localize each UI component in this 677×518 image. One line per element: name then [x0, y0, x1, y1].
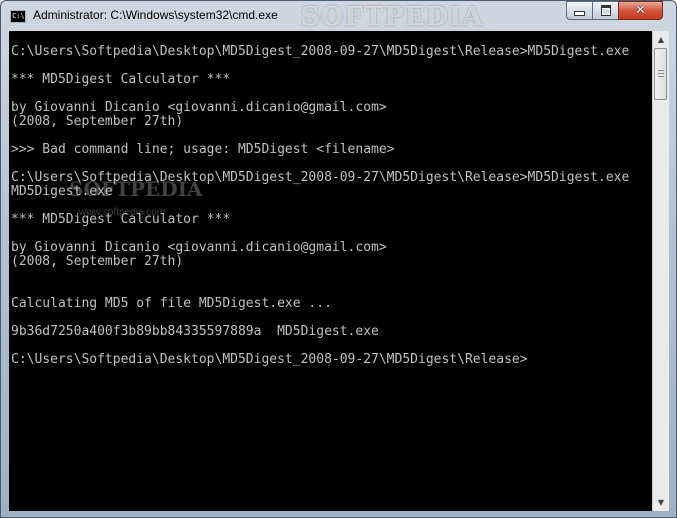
- console-line: MD5Digest.exe: [11, 184, 113, 199]
- console-output[interactable]: SOFTPEDIA www.softpedia.com C:\Users\Sof…: [9, 31, 652, 511]
- maximize-button[interactable]: [592, 1, 619, 20]
- watermark: SOFTPEDIA: [301, 2, 484, 32]
- console-line: Calculating MD5 of file MD5Digest.exe ..…: [11, 296, 332, 311]
- cmd-icon[interactable]: C:\: [10, 10, 26, 23]
- console-line: 9b36d7250a400f3b89bb84335597889a MD5Dige…: [11, 324, 379, 339]
- console-line: *** MD5Digest Calculator ***: [11, 212, 231, 227]
- window-title: Administrator: C:\Windows\system32\cmd.e…: [33, 8, 278, 22]
- console-line: *** MD5Digest Calculator ***: [11, 72, 231, 87]
- close-icon: ✕: [635, 3, 646, 18]
- console-line: by Giovanni Dicanio <giovanni.dicanio@gm…: [11, 240, 387, 255]
- console-line: (2008, September 27th): [11, 114, 184, 129]
- scroll-down-button[interactable]: ▼: [653, 494, 669, 511]
- scroll-up-button[interactable]: ▲: [653, 31, 669, 48]
- close-button[interactable]: ✕: [618, 1, 663, 20]
- scrollbar-thumb[interactable]: [654, 48, 667, 100]
- console-line: C:\Users\Softpedia\Desktop\MD5Digest_200…: [11, 170, 630, 185]
- cmd-icon-label: C:\: [12, 12, 25, 20]
- minimize-button[interactable]: [566, 1, 593, 20]
- console-line: by Giovanni Dicanio <giovanni.dicanio@gm…: [11, 100, 387, 115]
- arrow-down-icon: ▼: [657, 498, 665, 507]
- title-bar[interactable]: C:\ Administrator: C:\Windows\system32\c…: [1, 1, 676, 32]
- console-line: C:\Users\Softpedia\Desktop\MD5Digest_200…: [11, 44, 630, 59]
- vertical-scrollbar[interactable]: ▲ ▼: [652, 31, 669, 511]
- window-bottom-frame: [1, 511, 676, 517]
- maximize-icon: [600, 5, 611, 16]
- console-line: C:\Users\Softpedia\Desktop\MD5Digest_200…: [11, 352, 528, 367]
- console-line: (2008, September 27th): [11, 254, 184, 269]
- console-window: C:\ Administrator: C:\Windows\system32\c…: [0, 0, 677, 518]
- minimize-icon: [574, 11, 585, 16]
- arrow-up-icon: ▲: [657, 35, 665, 44]
- console-line: >>> Bad command line; usage: MD5Digest <…: [11, 142, 395, 157]
- console-lines: C:\Users\Softpedia\Desktop\MD5Digest_200…: [11, 45, 629, 367]
